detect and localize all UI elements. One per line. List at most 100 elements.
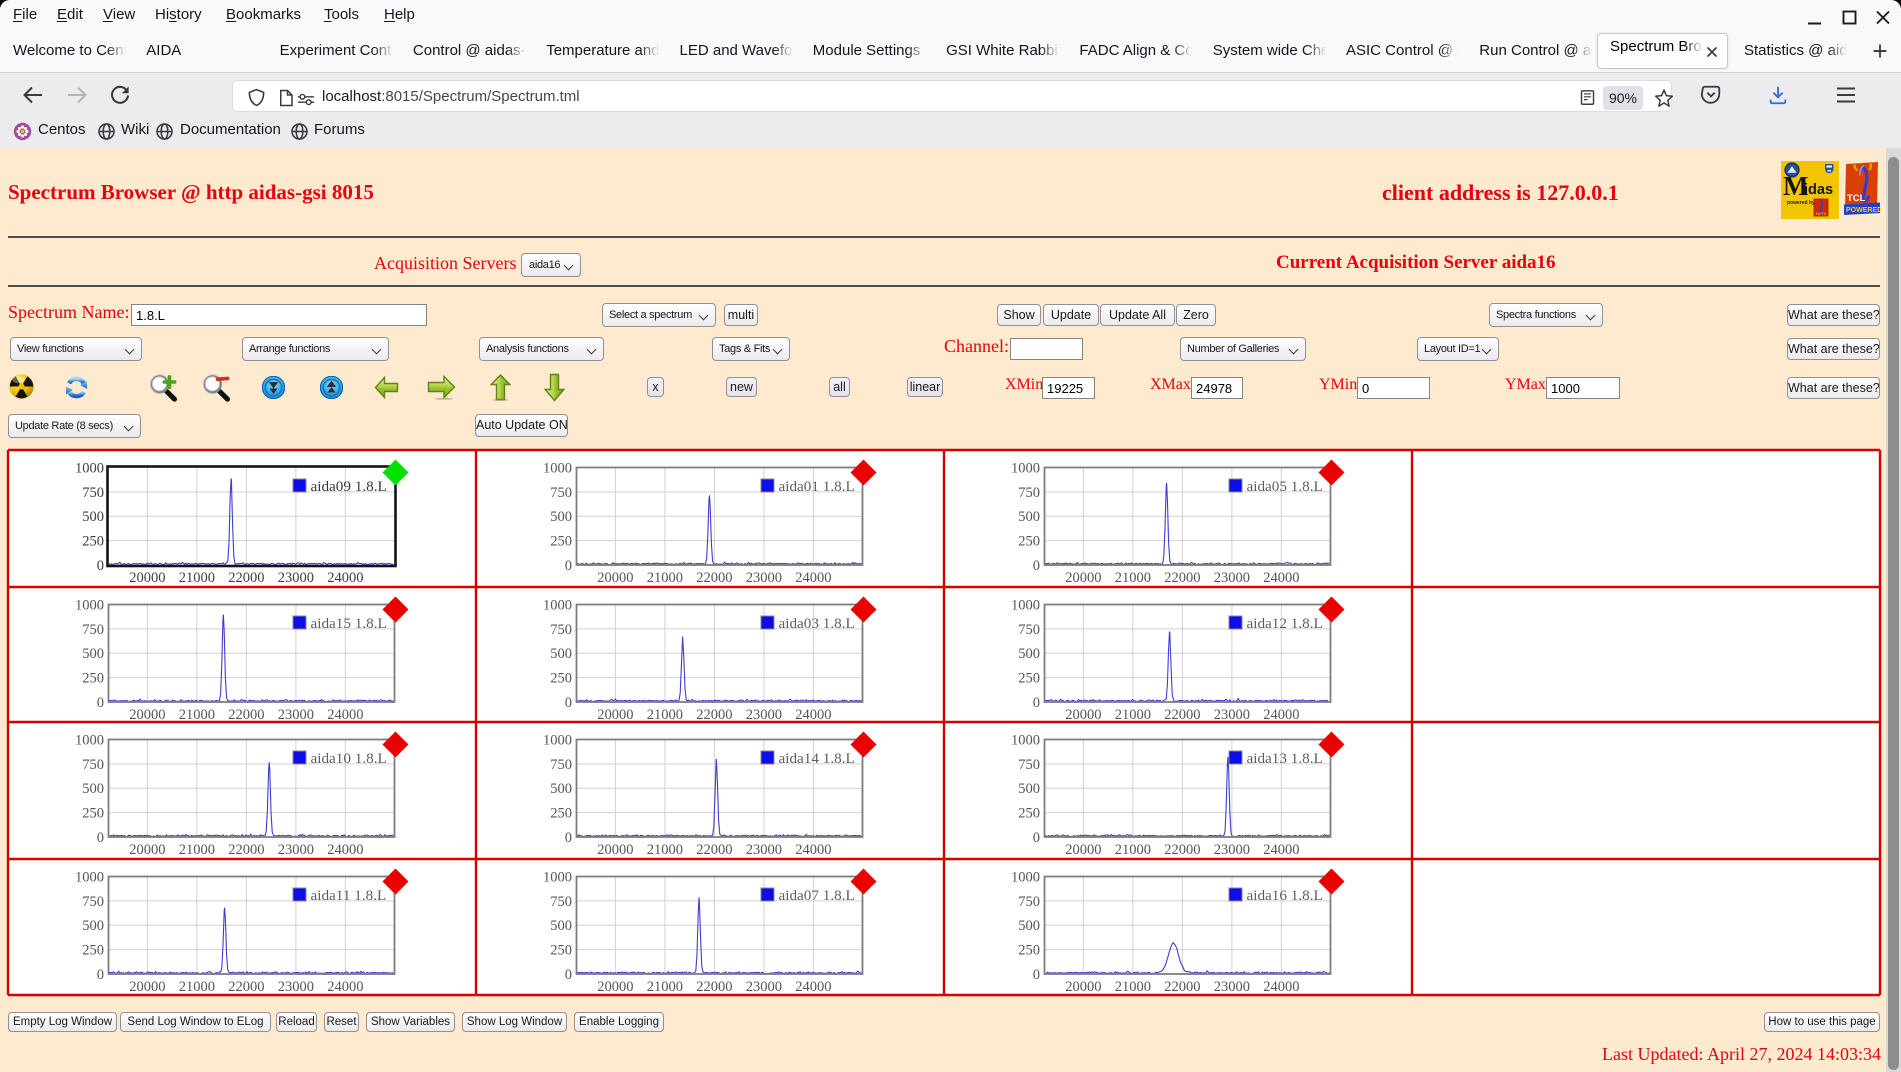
svg-text:21000: 21000 [1115,570,1151,584]
svg-text:22000: 22000 [228,570,264,584]
svg-text:22000: 22000 [1164,842,1200,856]
svg-text:24000: 24000 [327,707,363,721]
svg-text:24000: 24000 [1263,570,1299,584]
svg-text:23000: 23000 [278,570,314,584]
svg-text:500: 500 [1018,918,1040,934]
svg-text:22000: 22000 [696,842,732,856]
svg-text:20000: 20000 [129,979,165,993]
svg-text:aida09 1.8.L: aida09 1.8.L [311,478,387,495]
svg-text:20000: 20000 [597,570,633,584]
svg-text:250: 250 [82,534,104,550]
svg-text:23000: 23000 [1214,842,1250,856]
svg-text:500: 500 [550,509,572,525]
svg-text:24000: 24000 [795,842,831,856]
svg-text:750: 750 [1018,757,1040,773]
svg-text:750: 750 [1018,622,1040,638]
svg-text:1000: 1000 [75,870,104,886]
svg-text:500: 500 [82,646,104,662]
svg-text:20000: 20000 [597,979,633,993]
svg-text:20000: 20000 [1065,842,1101,856]
svg-text:0: 0 [1033,967,1040,983]
svg-text:500: 500 [1018,509,1040,525]
svg-text:0: 0 [1033,558,1040,574]
svg-text:0: 0 [565,558,572,574]
svg-text:24000: 24000 [795,570,831,584]
svg-text:21000: 21000 [647,842,683,856]
svg-text:250: 250 [82,943,104,959]
svg-text:750: 750 [1018,894,1040,910]
svg-text:500: 500 [82,509,104,525]
svg-text:24000: 24000 [1263,979,1299,993]
svg-text:20000: 20000 [597,707,633,721]
svg-text:750: 750 [550,622,572,638]
svg-text:1000: 1000 [1011,598,1040,614]
svg-text:0: 0 [565,830,572,846]
svg-text:22000: 22000 [228,979,264,993]
svg-text:1000: 1000 [543,733,572,749]
svg-text:23000: 23000 [746,979,782,993]
svg-text:23000: 23000 [1214,570,1250,584]
svg-text:250: 250 [550,671,572,687]
svg-text:20000: 20000 [129,842,165,856]
svg-text:24000: 24000 [327,842,363,856]
svg-text:aida11 1.8.L: aida11 1.8.L [311,887,387,904]
svg-text:21000: 21000 [1115,979,1151,993]
svg-text:21000: 21000 [179,979,215,993]
svg-text:23000: 23000 [1214,707,1250,721]
svg-text:aida12 1.8.L: aida12 1.8.L [1247,615,1323,632]
svg-text:22000: 22000 [1164,979,1200,993]
svg-text:23000: 23000 [746,707,782,721]
svg-text:23000: 23000 [278,979,314,993]
svg-text:22000: 22000 [1164,707,1200,721]
svg-text:750: 750 [550,757,572,773]
svg-text:500: 500 [550,918,572,934]
svg-text:750: 750 [550,894,572,910]
svg-text:250: 250 [1018,806,1040,822]
svg-text:500: 500 [82,918,104,934]
svg-text:21000: 21000 [647,979,683,993]
svg-text:23000: 23000 [746,570,782,584]
svg-text:500: 500 [1018,781,1040,797]
svg-text:0: 0 [97,830,104,846]
svg-text:21000: 21000 [647,707,683,721]
svg-text:1000: 1000 [1011,870,1040,886]
svg-text:1000: 1000 [75,461,104,477]
svg-text:22000: 22000 [228,842,264,856]
svg-text:250: 250 [82,671,104,687]
svg-text:20000: 20000 [1065,570,1101,584]
svg-text:20000: 20000 [597,842,633,856]
svg-text:22000: 22000 [228,707,264,721]
svg-text:250: 250 [550,534,572,550]
svg-text:0: 0 [97,695,104,711]
svg-text:21000: 21000 [179,842,215,856]
svg-text:750: 750 [82,757,104,773]
svg-text:21000: 21000 [179,570,215,584]
svg-text:23000: 23000 [278,707,314,721]
svg-text:24000: 24000 [1263,842,1299,856]
svg-text:20000: 20000 [129,707,165,721]
svg-text:20000: 20000 [1065,979,1101,993]
svg-text:21000: 21000 [647,570,683,584]
svg-text:250: 250 [550,943,572,959]
svg-text:23000: 23000 [746,842,782,856]
svg-text:500: 500 [550,646,572,662]
svg-text:20000: 20000 [129,570,165,584]
svg-text:21000: 21000 [1115,842,1151,856]
svg-text:aida13 1.8.L: aida13 1.8.L [1247,750,1323,767]
svg-text:20000: 20000 [1065,707,1101,721]
svg-text:750: 750 [1018,485,1040,501]
svg-text:250: 250 [1018,943,1040,959]
svg-text:23000: 23000 [1214,979,1250,993]
svg-text:0: 0 [1033,695,1040,711]
svg-text:1000: 1000 [75,598,104,614]
svg-text:21000: 21000 [179,707,215,721]
svg-text:24000: 24000 [795,979,831,993]
svg-text:250: 250 [82,806,104,822]
svg-text:aida07 1.8.L: aida07 1.8.L [779,887,855,904]
svg-text:1000: 1000 [543,461,572,477]
svg-text:aida05 1.8.L: aida05 1.8.L [1247,478,1323,495]
svg-text:500: 500 [82,781,104,797]
svg-text:24000: 24000 [795,707,831,721]
svg-text:aida16 1.8.L: aida16 1.8.L [1247,887,1323,904]
svg-text:21000: 21000 [1115,707,1151,721]
